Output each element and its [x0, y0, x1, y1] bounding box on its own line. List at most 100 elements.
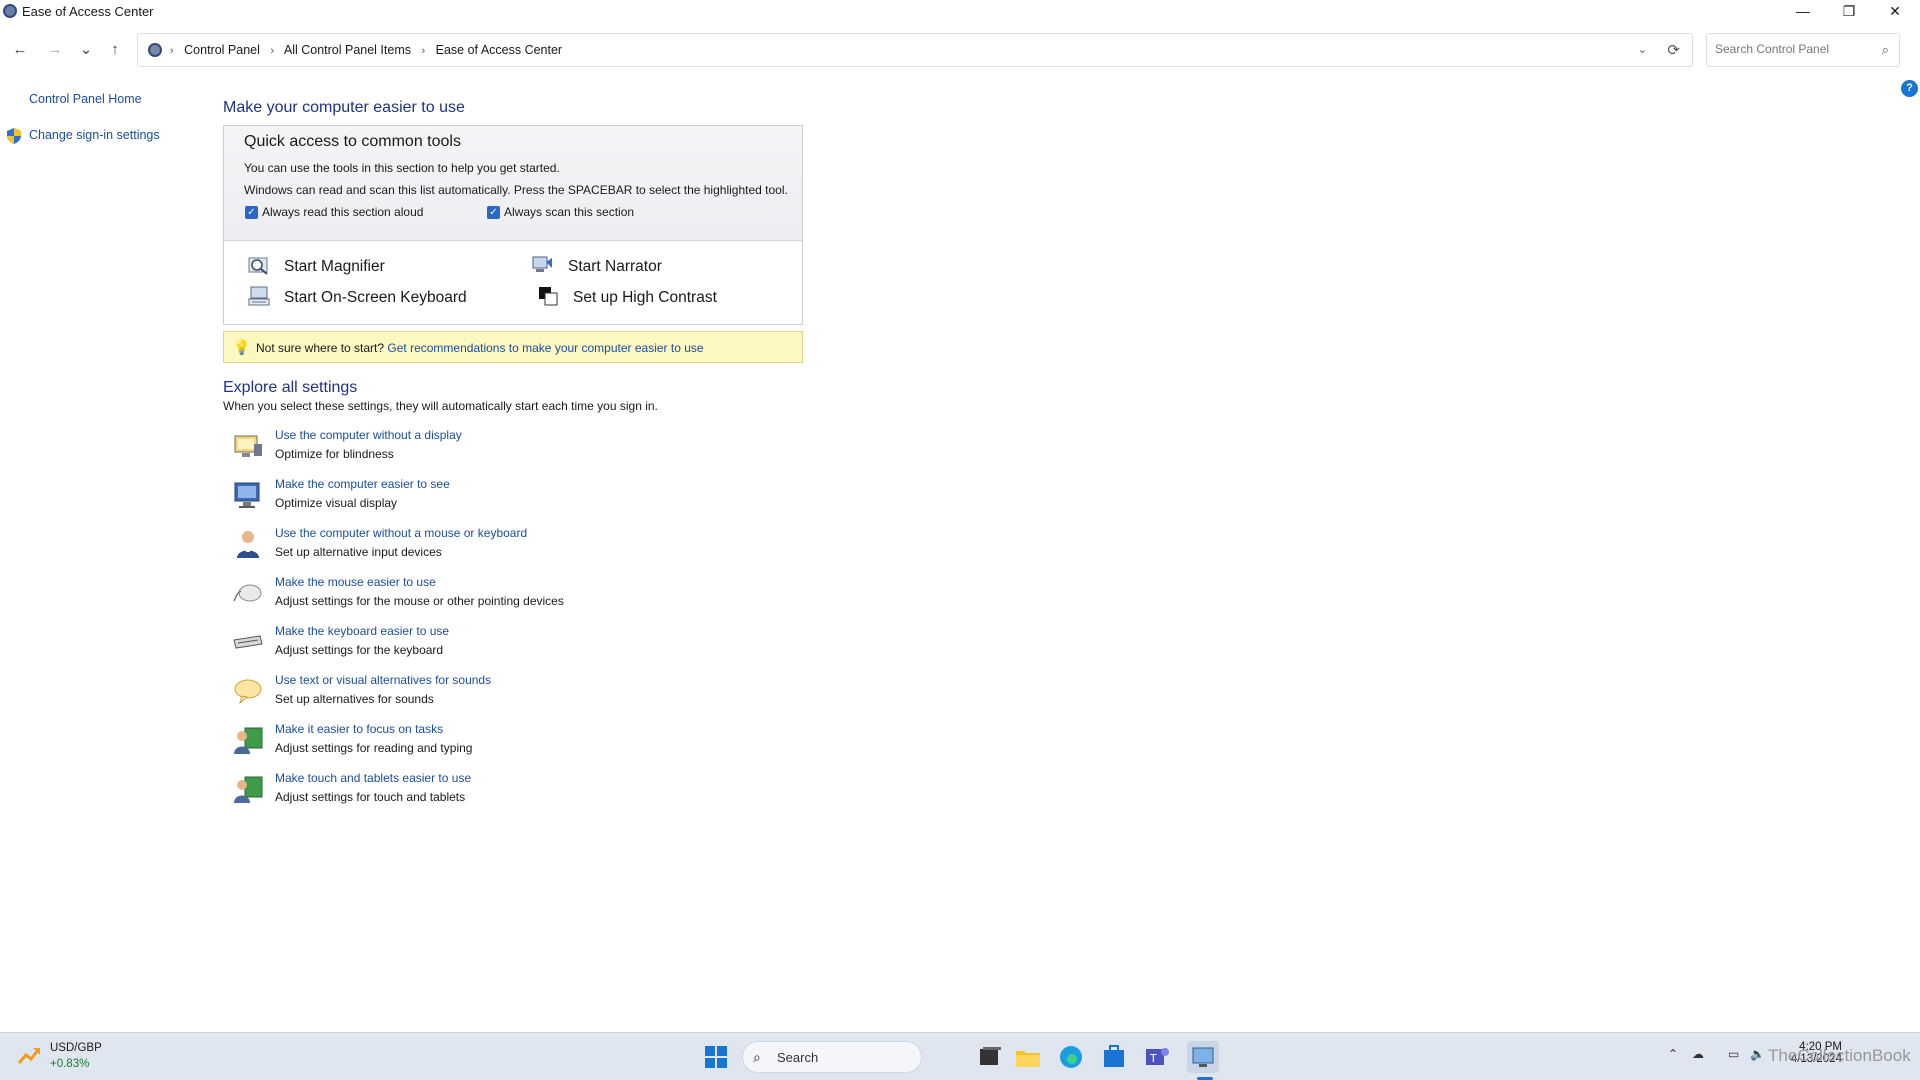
scan-section-checkbox[interactable]: ✓ — [487, 206, 500, 219]
cloud-icon[interactable]: ☁ — [1692, 1047, 1704, 1061]
start-button-icon[interactable] — [700, 1041, 732, 1073]
stock-widget-icon[interactable] — [16, 1043, 42, 1069]
setting-description: Optimize visual display — [275, 496, 398, 510]
shield-icon — [7, 128, 21, 144]
recommendation-tip: 💡 Not sure where to start? Get recommend… — [223, 331, 803, 363]
taskbar-search-label: Search — [777, 1050, 819, 1065]
breadcrumb-separator: › — [421, 45, 426, 57]
setting-link[interactable]: Use the computer without a mouse or keyb… — [275, 526, 527, 540]
ease-of-access-icon — [3, 4, 17, 18]
stock-change[interactable]: +0.83% — [50, 1058, 89, 1070]
start-on-screen-keyboard-button[interactable]: Start On-Screen Keyboard — [284, 289, 467, 307]
touch-person-icon — [234, 776, 263, 803]
breadcrumb-separator: › — [270, 45, 275, 57]
explore-settings-subtitle: When you select these settings, they wil… — [223, 399, 658, 413]
search-icon[interactable]: ⌕ — [1882, 42, 1889, 58]
title-bar: Ease of Access Center — ❐ ✕ — [0, 0, 1920, 22]
setting-item: Use text or visual alternatives for soun… — [230, 673, 730, 717]
svg-text:T: T — [1149, 1052, 1157, 1065]
narrator-icon — [532, 256, 552, 272]
close-button[interactable]: ✕ — [1872, 0, 1918, 22]
setting-item: Make it easier to focus on tasks Adjust … — [230, 722, 730, 766]
setting-item: Make the mouse easier to use Adjust sett… — [230, 575, 730, 619]
quick-access-title: Quick access to common tools — [244, 133, 461, 150]
scan-section-label[interactable]: Always scan this section — [504, 205, 634, 219]
tip-prefix: Not sure where to start? — [256, 341, 385, 355]
window-title: Ease of Access Center — [22, 4, 154, 19]
network-icon[interactable]: ▭ — [1728, 1047, 1739, 1061]
taskbar-search[interactable]: ⌕ Search — [742, 1041, 922, 1073]
setting-link[interactable]: Make the mouse easier to use — [275, 575, 436, 589]
edge-browser-icon[interactable] — [1055, 1041, 1087, 1073]
quick-access-instructions: Windows can read and scan this list auto… — [244, 183, 788, 197]
control-panel-icon — [148, 43, 162, 57]
explore-settings-heading: Explore all settings — [223, 379, 358, 396]
quick-access-panel: Quick access to common tools You can use… — [223, 125, 803, 325]
task-view-icon[interactable] — [974, 1041, 1006, 1073]
setting-item: Make the computer easier to see Optimize… — [230, 477, 730, 521]
setting-link[interactable]: Make the computer easier to see — [275, 477, 450, 491]
change-sign-in-settings-link[interactable]: Change sign-in settings — [29, 128, 160, 142]
help-icon[interactable]: ? — [1901, 80, 1918, 97]
chevron-up-icon[interactable]: ⌃ — [1668, 1047, 1678, 1061]
up-button[interactable]: ↑ — [103, 38, 127, 62]
refresh-icon[interactable]: ⟳ — [1667, 41, 1680, 59]
setting-description: Adjust settings for reading and typing — [275, 741, 473, 755]
monitor-speaker-icon — [234, 435, 262, 457]
quick-access-description: You can use the tools in this section to… — [244, 161, 560, 175]
speech-bubble-icon — [234, 679, 262, 705]
setting-link[interactable]: Make touch and tablets easier to use — [275, 771, 471, 785]
get-recommendations-link[interactable]: Get recommendations to make your compute… — [387, 341, 703, 355]
setting-item: Use the computer without a display Optim… — [230, 428, 730, 472]
start-magnifier-button[interactable]: Start Magnifier — [284, 258, 385, 276]
chevron-down-icon[interactable]: ⌄ — [1638, 43, 1647, 56]
recent-locations-button[interactable]: ⌄ — [74, 38, 98, 62]
breadcrumb-ease-of-access[interactable]: Ease of Access Center — [436, 43, 562, 57]
volume-icon[interactable]: 🔈 — [1750, 1047, 1765, 1061]
set-up-high-contrast-button[interactable]: Set up High Contrast — [573, 289, 717, 307]
setting-description: Set up alternatives for sounds — [275, 692, 434, 706]
breadcrumb-control-panel[interactable]: Control Panel — [184, 43, 260, 57]
start-narrator-button[interactable]: Start Narrator — [568, 258, 662, 276]
on-screen-keyboard-icon — [248, 286, 270, 306]
focus-person-icon — [234, 727, 263, 754]
setting-description: Adjust settings for the mouse or other p… — [275, 594, 564, 608]
mouse-icon — [233, 584, 262, 602]
control-panel-home-link[interactable]: Control Panel Home — [29, 92, 142, 106]
setting-item: Make touch and tablets easier to use Adj… — [230, 771, 730, 815]
address-bar[interactable]: › Control Panel › All Control Panel Item… — [137, 33, 1693, 67]
setting-description: Adjust settings for the keyboard — [275, 643, 444, 657]
breadcrumb-all-items[interactable]: All Control Panel Items — [284, 43, 411, 57]
quick-access-header: Quick access to common tools You can use… — [224, 126, 802, 241]
setting-description: Optimize for blindness — [275, 447, 394, 461]
microsoft-store-icon[interactable] — [1098, 1041, 1130, 1073]
forward-button[interactable]: → — [43, 38, 67, 62]
control-panel-taskbar-icon[interactable] — [1187, 1041, 1219, 1073]
person-icon — [237, 531, 259, 558]
setting-item: Make the keyboard easier to use Adjust s… — [230, 624, 730, 668]
search-input[interactable] — [1715, 42, 1865, 56]
read-aloud-checkbox[interactable]: ✓ — [245, 206, 258, 219]
restore-button[interactable]: ❐ — [1826, 0, 1872, 22]
high-contrast-icon — [539, 287, 558, 306]
read-aloud-label[interactable]: Always read this section aloud — [262, 205, 423, 219]
setting-item: Use the computer without a mouse or keyb… — [230, 526, 730, 570]
setting-link[interactable]: Make the keyboard easier to use — [275, 624, 449, 638]
file-explorer-icon[interactable] — [1012, 1041, 1044, 1073]
setting-link[interactable]: Use text or visual alternatives for soun… — [275, 673, 491, 687]
lightbulb-icon: 💡 — [233, 339, 251, 355]
setting-link[interactable]: Use the computer without a display — [275, 428, 462, 442]
search-box[interactable]: ⌕ — [1706, 33, 1900, 67]
minimize-button[interactable]: — — [1780, 0, 1826, 22]
stock-symbol[interactable]: USD/GBP — [50, 1042, 102, 1054]
watermark: TheCollectionBook — [1768, 1046, 1911, 1065]
tip-text: Not sure where to start? Get recommendat… — [256, 341, 704, 355]
setting-link[interactable]: Make it easier to focus on tasks — [275, 722, 443, 736]
breadcrumb: › Control Panel › All Control Panel Item… — [170, 43, 562, 57]
keyboard-icon — [233, 635, 263, 649]
setting-description: Adjust settings for touch and tablets — [275, 790, 466, 804]
taskbar: USD/GBP +0.83% ⌕ Search T ⌃ ☁ ▭ 🔈 4:20 P… — [0, 1032, 1920, 1080]
magnifier-icon — [248, 257, 268, 275]
back-button[interactable]: ← — [8, 38, 32, 62]
teams-icon[interactable]: T — [1141, 1041, 1173, 1073]
